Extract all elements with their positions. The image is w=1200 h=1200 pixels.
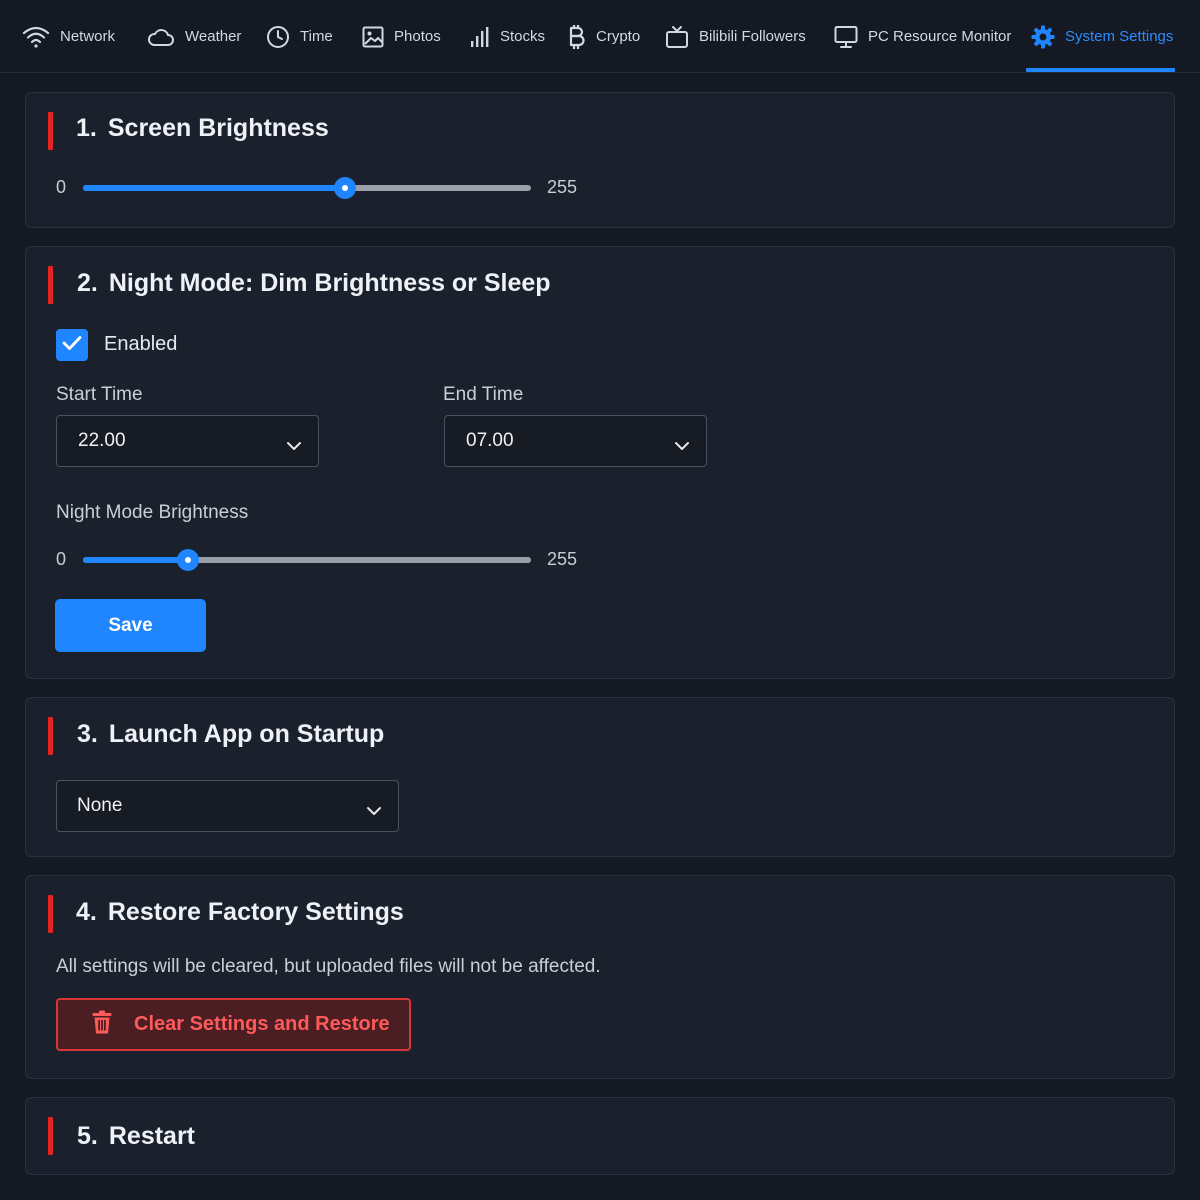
slider-max-label: 255 xyxy=(547,177,578,197)
tab-crypto[interactable]: Crypto xyxy=(568,0,640,73)
start-time-label: Start Time xyxy=(56,384,143,405)
section-restore-factory: 4. Restore Factory Settings All settings … xyxy=(25,875,1175,1079)
night-mode-brightness-slider[interactable]: 0 255 xyxy=(56,545,616,575)
restore-description: All settings will be cleared, but upload… xyxy=(56,956,601,977)
image-icon xyxy=(362,26,384,48)
chevron-down-icon xyxy=(674,435,690,457)
wifi-icon xyxy=(22,25,50,49)
tab-stocks[interactable]: Stocks xyxy=(470,0,545,73)
start-time-value: 22.00 xyxy=(78,430,126,451)
start-time-select[interactable]: 22.00 xyxy=(56,415,319,467)
section-marker xyxy=(48,717,53,755)
slider-track[interactable] xyxy=(83,550,531,570)
tab-label: Weather xyxy=(185,28,242,45)
section-marker xyxy=(48,266,53,304)
section-number: 5. xyxy=(77,1122,98,1150)
section-title: 3. Launch App on Startup xyxy=(77,720,384,749)
startup-app-select[interactable]: None xyxy=(56,780,399,832)
section-title-text: Restore Factory Settings xyxy=(107,898,404,926)
section-title: 4. Restore Factory Settings xyxy=(76,898,404,927)
section-marker xyxy=(48,112,53,150)
section-title-text: Screen Brightness xyxy=(107,114,329,142)
section-number: 1. xyxy=(76,114,97,142)
section-marker xyxy=(48,1117,53,1155)
bar-chart-icon xyxy=(470,26,490,48)
section-title: 2. Night Mode: Dim Brightness or Sleep xyxy=(77,269,551,298)
section-restart: 5. Restart xyxy=(25,1097,1175,1175)
section-title-text: Night Mode: Dim Brightness or Sleep xyxy=(108,269,551,297)
tab-label: Bilibili Followers xyxy=(699,28,806,45)
slider-thumb[interactable] xyxy=(178,550,199,570)
enabled-label: Enabled xyxy=(104,333,178,355)
tab-pc-resource-monitor[interactable]: PC Resource Monitor xyxy=(834,0,1011,73)
clear-settings-restore-button[interactable]: Clear Settings and Restore xyxy=(56,998,411,1051)
startup-app-value: None xyxy=(77,795,123,816)
night-mode-enabled-checkbox[interactable] xyxy=(56,329,88,361)
section-title-text: Launch App on Startup xyxy=(108,720,385,748)
section-number: 3. xyxy=(77,720,98,748)
monitor-icon xyxy=(834,25,858,49)
section-title: 1. Screen Brightness xyxy=(76,114,329,143)
chevron-down-icon xyxy=(366,800,382,822)
tab-label: Time xyxy=(300,28,333,45)
slider-track[interactable] xyxy=(83,178,531,198)
section-marker xyxy=(48,895,53,933)
section-title-text: Restart xyxy=(108,1122,196,1150)
section-launch-app: 3. Launch App on Startup None xyxy=(25,697,1175,857)
section-title: 5. Restart xyxy=(77,1122,195,1151)
tab-photos[interactable]: Photos xyxy=(362,0,441,73)
bitcoin-icon xyxy=(568,24,586,50)
section-number: 2. xyxy=(77,269,98,297)
top-navigation: Network Weather Time Photos Stocks Crypt… xyxy=(0,0,1200,73)
screen-brightness-slider[interactable]: 0 255 xyxy=(56,173,616,203)
clock-icon xyxy=(266,25,290,49)
section-night-mode: 2. Night Mode: Dim Brightness or Sleep En… xyxy=(25,246,1175,679)
active-tab-indicator xyxy=(1026,68,1175,72)
tab-label: System Settings xyxy=(1065,28,1174,45)
tab-bilibili-followers[interactable]: Bilibili Followers xyxy=(665,0,806,73)
night-mode-brightness-label: Night Mode Brightness xyxy=(56,502,249,523)
tab-label: Crypto xyxy=(596,28,641,45)
end-time-select[interactable]: 07.00 xyxy=(444,415,707,467)
checkmark-icon xyxy=(62,335,82,356)
slider-thumb[interactable] xyxy=(334,178,355,198)
slider-fill xyxy=(83,557,189,563)
tab-weather[interactable]: Weather xyxy=(147,0,241,73)
tab-label: Stocks xyxy=(500,28,546,45)
tab-label: Network xyxy=(60,28,116,45)
trash-icon xyxy=(92,1010,112,1040)
slider-max-label: 255 xyxy=(547,549,578,569)
tab-network[interactable]: Network xyxy=(22,0,115,73)
save-button[interactable]: Save xyxy=(55,599,206,652)
tab-time[interactable]: Time xyxy=(266,0,333,73)
chevron-down-icon xyxy=(286,435,302,457)
button-label: Clear Settings and Restore xyxy=(134,1013,390,1035)
tab-system-settings[interactable]: System Settings xyxy=(1031,0,1173,73)
slider-fill xyxy=(83,185,345,191)
end-time-label: End Time xyxy=(443,384,524,405)
tab-label: Photos xyxy=(394,28,441,45)
slider-min-label: 0 xyxy=(56,177,67,197)
section-screen-brightness: 1. Screen Brightness 0 255 xyxy=(25,92,1175,228)
gear-icon xyxy=(1031,25,1055,49)
tab-label: PC Resource Monitor xyxy=(868,28,1012,45)
slider-min-label: 0 xyxy=(56,549,67,569)
tv-icon xyxy=(665,25,689,49)
end-time-value: 07.00 xyxy=(466,430,514,451)
cloud-icon xyxy=(147,26,175,48)
section-number: 4. xyxy=(76,898,97,926)
